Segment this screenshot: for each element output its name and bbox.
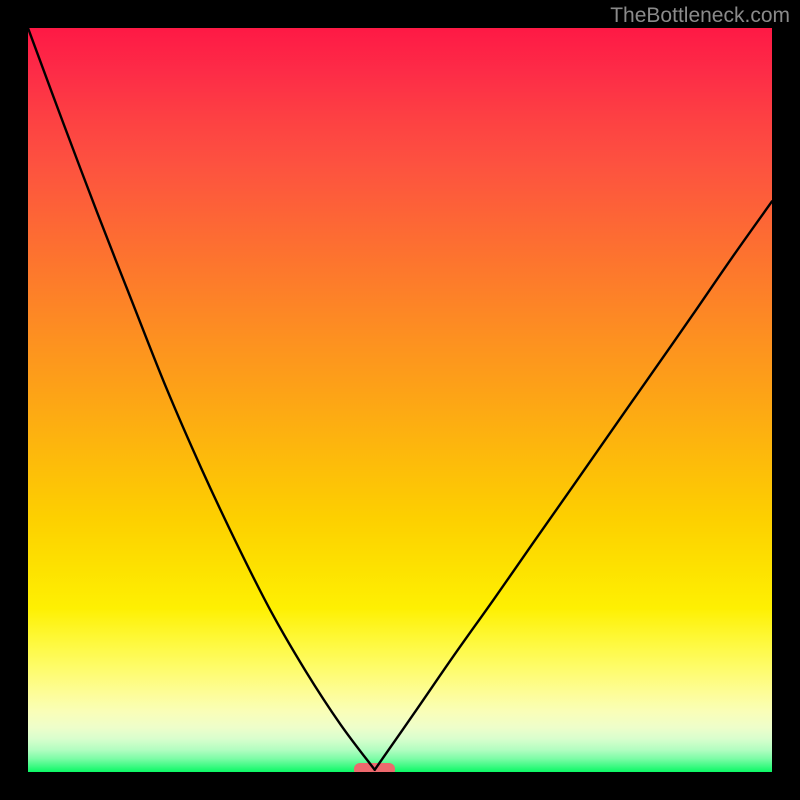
chart-frame: TheBottleneck.com xyxy=(0,0,800,800)
optimum-marker xyxy=(354,763,395,772)
plot-area xyxy=(28,28,772,772)
attribution-label: TheBottleneck.com xyxy=(610,4,790,28)
plot-gradient xyxy=(28,28,772,772)
